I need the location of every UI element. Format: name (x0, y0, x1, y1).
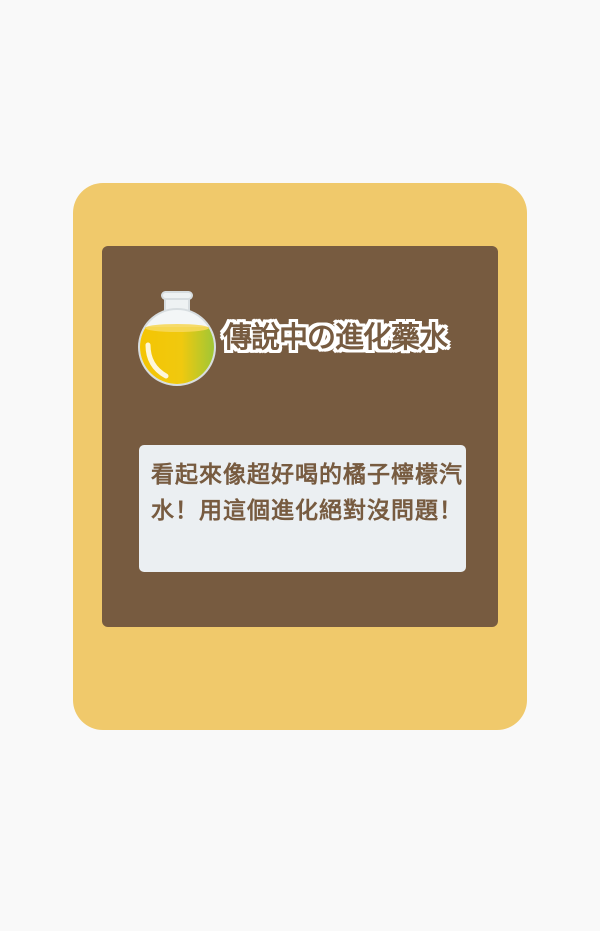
potion-flask-icon (138, 291, 216, 386)
item-name: 傳說中の進化藥水 (223, 320, 448, 354)
item-description-box: 看起來像超好喝的橘子檸檬汽水！用這個進化絕對沒問題！ (139, 445, 466, 572)
item-description: 看起來像超好喝的橘子檸檬汽水！用這個進化絕對沒問題！ (151, 462, 463, 524)
